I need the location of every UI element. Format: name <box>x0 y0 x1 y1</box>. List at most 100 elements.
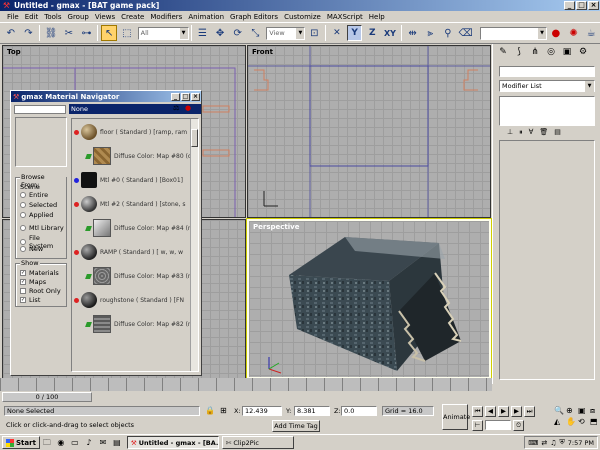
list-item[interactable]: Mtl #0 ( Standard ) [Box01] <box>74 169 183 191</box>
axis-x-icon[interactable]: ✕ <box>329 25 345 41</box>
lock-icon[interactable]: 🔒 <box>205 406 215 415</box>
add-time-tag-button[interactable]: Add Time Tag <box>272 420 320 432</box>
scrollbar-thumb[interactable] <box>191 129 198 147</box>
menu-create[interactable]: Create <box>118 13 147 21</box>
menu-help[interactable]: Help <box>366 13 388 21</box>
region-select-icon[interactable]: ⬚ <box>119 25 135 41</box>
configure-sets-icon[interactable]: ▤ <box>554 128 561 137</box>
browse-selected-radio[interactable]: Selected <box>20 201 57 209</box>
start-button[interactable]: Start <box>2 436 40 449</box>
zoom-extents-all-icon[interactable]: ⧈ <box>590 406 600 416</box>
menu-file[interactable]: File <box>4 13 22 21</box>
reference-coord-dropdown[interactable]: View ▼ <box>266 26 306 40</box>
render-icon[interactable]: ✺ <box>566 25 582 41</box>
modifier-list-dropdown[interactable]: Modifier List ▼ <box>499 80 595 92</box>
undo-icon[interactable]: ↶ <box>3 25 19 41</box>
desktop-icon[interactable]: ▭ <box>70 438 80 448</box>
material-name-field[interactable] <box>14 105 66 114</box>
create-tab-icon[interactable]: ✎ <box>497 46 509 58</box>
mn-minimize-button[interactable]: _ <box>171 92 180 101</box>
quicklaunch-icon[interactable]: ▤ <box>112 438 122 448</box>
maximize-button[interactable]: □ <box>576 1 587 10</box>
list-item[interactable]: Mtl #2 ( Standard ) [stone, s <box>74 193 185 215</box>
taskbar-item-clip2pic[interactable]: ✄ Clip2Pic <box>221 436 294 449</box>
track-bar[interactable] <box>0 378 492 391</box>
z-coord-field[interactable]: 0.0 <box>341 406 377 416</box>
hierarchy-tab-icon[interactable]: ⋔ <box>529 46 541 58</box>
selection-filter-dropdown[interactable]: All ▼ <box>137 26 189 40</box>
list-scrollbar[interactable] <box>190 119 198 371</box>
media-icon[interactable]: ♪ <box>84 438 94 448</box>
goto-end-icon[interactable]: ⏭ <box>524 406 535 417</box>
menu-views[interactable]: Views <box>92 13 118 21</box>
mail-icon[interactable]: ✉ <box>98 438 108 448</box>
show-maps-checkbox[interactable]: ✓ Maps <box>20 278 46 286</box>
mirror-icon[interactable]: ⇹ <box>405 25 421 41</box>
close-button[interactable]: × <box>588 1 599 10</box>
rotate-icon[interactable]: ⟳ <box>230 25 246 41</box>
browser-icon[interactable]: ◉ <box>56 438 66 448</box>
teapot-icon[interactable]: ☕ <box>583 25 599 41</box>
material-tree-list[interactable]: floor ( Standard ) [ramp, ram Diffuse Co… <box>71 118 199 372</box>
menu-edit[interactable]: Edit <box>22 13 42 21</box>
pivot-icon[interactable]: ⊡ <box>306 25 322 41</box>
pin-stack-icon[interactable]: ⊥ <box>507 128 513 137</box>
motion-tab-icon[interactable]: ◎ <box>545 46 557 58</box>
align-icon[interactable]: ⫸ <box>422 25 438 41</box>
mn-maximize-button[interactable]: □ <box>181 92 190 101</box>
modifier-stack[interactable] <box>499 96 595 126</box>
show-end-result-icon[interactable]: ⏸ <box>519 128 523 137</box>
browse-applied-radio[interactable]: Applied <box>20 211 53 219</box>
make-unique-icon[interactable]: ∀ <box>529 128 534 137</box>
named-selection-dropdown[interactable]: ▼ <box>480 26 548 40</box>
list-item[interactable]: Diffuse Color: Map #83 (n <box>85 265 192 287</box>
view-options-icon[interactable]: ⚖ <box>173 104 179 112</box>
prev-frame-icon[interactable]: ◀ <box>485 406 496 417</box>
list-item[interactable]: roughstone ( Standard ) [FN <box>74 289 184 311</box>
show-materials-checkbox[interactable]: ✓ Materials <box>20 269 59 277</box>
move-icon[interactable]: ✥ <box>212 25 228 41</box>
modify-tab-icon[interactable]: ⟆ <box>513 46 525 58</box>
bind-icon[interactable]: ⊶ <box>79 25 95 41</box>
network-icon[interactable]: ⇄ <box>541 439 547 447</box>
select-by-name-icon[interactable]: ☰ <box>195 25 211 41</box>
browse-entire-radio[interactable]: Entire <box>20 191 48 199</box>
zoom-icon[interactable]: 🔍 <box>554 406 565 416</box>
y-coord-field[interactable]: 8.381 <box>294 406 330 416</box>
utilities-tab-icon[interactable]: ⚙ <box>577 46 589 58</box>
explorer-icon[interactable]: 🗀 <box>42 438 52 448</box>
fov-icon[interactable]: ◭ <box>554 417 565 426</box>
show-list-checkbox[interactable]: ✓ List <box>20 296 40 304</box>
viewport-front[interactable]: Front <box>247 45 491 218</box>
minimize-button[interactable]: _ <box>564 1 575 10</box>
viewport-perspective[interactable]: Perspective <box>246 218 492 380</box>
current-frame-field[interactable] <box>485 420 511 430</box>
zoom-all-icon[interactable]: ⊕ <box>566 406 577 416</box>
time-config-icon[interactable]: ⏲ <box>513 420 524 431</box>
list-item[interactable]: Diffuse Color: Map #84 (n <box>85 217 192 239</box>
menu-modifiers[interactable]: Modifiers <box>147 13 185 21</box>
key-mode-icon[interactable]: ⊢ <box>472 420 483 431</box>
link-icon[interactable]: ⛓ <box>43 25 59 41</box>
list-item[interactable]: Diffuse Color: Map #80 (c <box>85 145 191 167</box>
menu-tools[interactable]: Tools <box>41 13 64 21</box>
time-slider[interactable]: 0 / 100 <box>2 392 92 402</box>
pan-icon[interactable]: ✋ <box>566 417 577 426</box>
list-item[interactable]: Diffuse Color: Map #82 (n <box>85 313 192 335</box>
animate-button[interactable]: Animate <box>442 404 470 430</box>
menu-animation[interactable]: Animation <box>185 13 227 21</box>
mn-close-button[interactable]: × <box>191 92 200 101</box>
axis-z-icon[interactable]: Z <box>364 25 380 41</box>
antivirus-icon[interactable]: ⛨ <box>560 438 565 447</box>
snap-icon[interactable]: ⚲ <box>440 25 456 41</box>
display-tab-icon[interactable]: ▣ <box>561 46 573 58</box>
orbit-icon[interactable]: ⟲ <box>578 417 589 426</box>
select-icon[interactable]: ↖ <box>101 25 117 41</box>
scale-icon[interactable]: ⤡ <box>248 25 264 41</box>
object-name-field[interactable] <box>499 66 595 77</box>
menu-group[interactable]: Group <box>65 13 92 21</box>
axis-y-icon[interactable]: Y <box>346 25 363 41</box>
redo-icon[interactable]: ↷ <box>21 25 37 41</box>
menu-maxscript[interactable]: MAXScript <box>324 13 366 21</box>
play-icon[interactable]: ▶ <box>498 406 509 417</box>
